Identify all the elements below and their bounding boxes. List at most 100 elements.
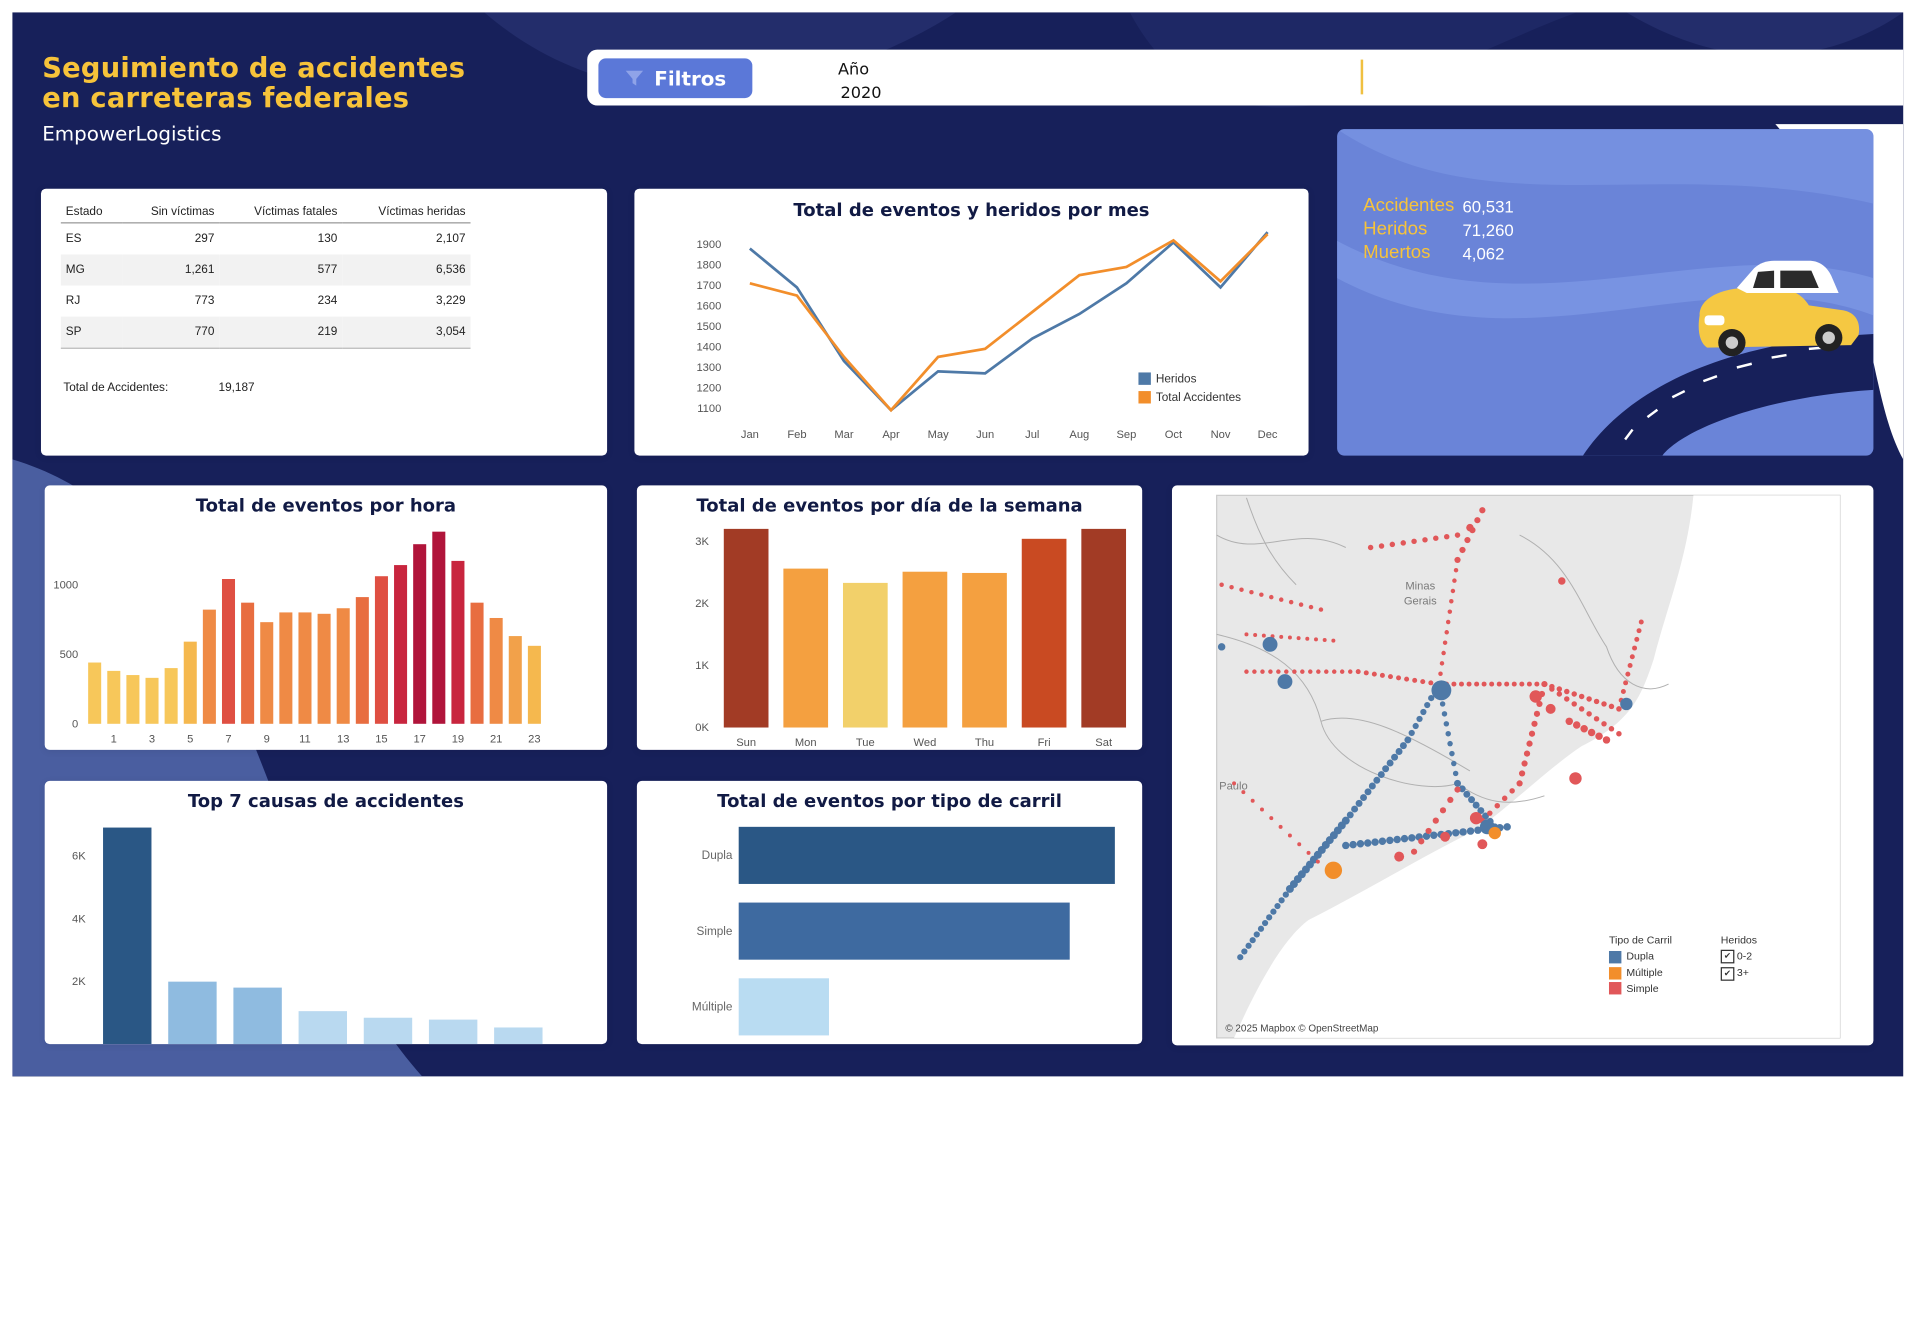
bar-weekday — [783, 568, 829, 728]
map-point — [1634, 636, 1640, 642]
map-point — [1636, 628, 1642, 634]
map-point — [1331, 638, 1336, 643]
checkbox-icon[interactable]: ✔ — [1720, 966, 1735, 981]
map-point — [1569, 772, 1582, 785]
map-point — [1616, 730, 1622, 737]
y-tick-label: 1900 — [696, 239, 721, 251]
map-point — [1474, 681, 1480, 687]
kpi-accidentes-value: 60,531 — [1462, 197, 1514, 217]
weekday-bar-chart: 0K 1K 2K 3K Sun Mon Tue Wed Thu Fri Sat — [695, 528, 1127, 749]
map-point — [1422, 537, 1428, 543]
map-size-legend: Heridos ✔ 0-2 ✔ 3+ — [1720, 934, 1757, 983]
map-point — [1556, 691, 1563, 697]
map-point — [1371, 838, 1379, 846]
bar-lane — [738, 978, 829, 1036]
map-point — [1501, 795, 1508, 802]
table-header-2: Víctimas fatales — [219, 201, 343, 224]
x-tick-label: Feb — [787, 429, 806, 441]
map-point — [1315, 859, 1320, 864]
causes-bar-chart: 2K 4K 6K — [72, 827, 543, 1045]
map-point — [1316, 669, 1321, 674]
map-point — [1616, 706, 1622, 712]
map-point — [1454, 556, 1461, 564]
legend-heridos-swatch — [1138, 373, 1151, 386]
map-point — [1608, 703, 1615, 710]
title-line-1: Seguimiento de accidentes — [42, 53, 466, 85]
map-point — [1395, 748, 1403, 755]
map-point — [1469, 811, 1483, 825]
map-point — [1232, 781, 1237, 786]
table-cell: 3,229 — [436, 294, 466, 308]
table-cell: 130 — [317, 232, 338, 246]
map-point — [1244, 632, 1249, 637]
map-point — [1262, 636, 1278, 652]
map-point — [1451, 760, 1457, 767]
map-point — [1474, 517, 1481, 524]
size-legend-item[interactable]: ✔ 3+ — [1720, 966, 1757, 981]
bar-hour — [317, 613, 331, 724]
bar-weekday — [962, 572, 1007, 728]
map-point — [1523, 750, 1531, 757]
map-point — [1620, 697, 1633, 711]
y-tick-label: 1800 — [696, 260, 721, 272]
x-tick-label: Apr — [882, 429, 900, 441]
map-point — [1261, 633, 1266, 638]
filters-button[interactable]: Filtros — [598, 58, 753, 99]
map-point — [1279, 634, 1284, 639]
map-point — [1314, 637, 1318, 642]
bar-hour — [489, 617, 503, 724]
y-tick-label: 1400 — [696, 341, 721, 353]
map-point — [1565, 717, 1573, 726]
map-point — [1454, 532, 1461, 538]
map-point — [1528, 730, 1536, 737]
map-point — [1468, 796, 1476, 804]
map-point — [1504, 681, 1510, 687]
map-point — [1608, 726, 1615, 732]
y-tick-label: Dupla — [702, 849, 733, 862]
x-tick-label: Jul — [1025, 429, 1039, 441]
bar-hour — [508, 636, 522, 724]
map-point — [1253, 633, 1258, 638]
table-header-row: Estado Sin víctimas Víctimas fatales Víctim… — [60, 201, 471, 224]
map-point — [1253, 931, 1260, 938]
map-point — [1420, 708, 1427, 716]
table-cell: 770 — [122, 316, 220, 349]
year-filter-value[interactable]: 2020 — [840, 84, 881, 103]
table-cell: 234 — [317, 294, 338, 308]
map-point — [1441, 650, 1446, 656]
map-point — [1453, 567, 1459, 573]
size-legend-item[interactable]: ✔ 0-2 — [1720, 950, 1757, 964]
map-point — [1593, 698, 1600, 705]
map-point — [1274, 902, 1281, 910]
accident-map[interactable]: Minas Gerais Paulo © 2025 Mapbox © OpenSt… — [1172, 485, 1873, 1045]
map-point — [1424, 701, 1431, 709]
x-tick-label: Jan — [741, 429, 759, 441]
map-point — [1259, 592, 1264, 597]
map-point — [1526, 740, 1533, 747]
map-point — [1578, 706, 1585, 712]
map-point — [1549, 686, 1555, 692]
x-tick-label: 17 — [413, 733, 425, 745]
map-point — [1378, 543, 1385, 549]
map-point — [1450, 588, 1456, 594]
map-point — [1558, 577, 1566, 585]
map-point — [1261, 919, 1269, 927]
map-point — [1464, 536, 1471, 544]
map-point — [1400, 540, 1406, 546]
map-point — [1393, 835, 1401, 844]
map-point — [1432, 817, 1439, 824]
map-point — [1416, 715, 1423, 723]
map-point — [1360, 794, 1368, 802]
x-tick-label: 11 — [299, 733, 311, 745]
map-point — [1389, 541, 1396, 548]
bar-weekday — [1081, 528, 1127, 728]
road-illustration — [1337, 129, 1874, 456]
map-point — [1355, 669, 1361, 674]
map-point — [1595, 732, 1603, 740]
checkbox-icon[interactable]: ✔ — [1720, 950, 1735, 964]
map-point — [1451, 681, 1457, 687]
map-point — [1439, 807, 1447, 814]
x-tick-label: Sun — [736, 737, 756, 749]
bar-hour — [241, 602, 255, 724]
x-tick-label: Fri — [1038, 737, 1051, 749]
